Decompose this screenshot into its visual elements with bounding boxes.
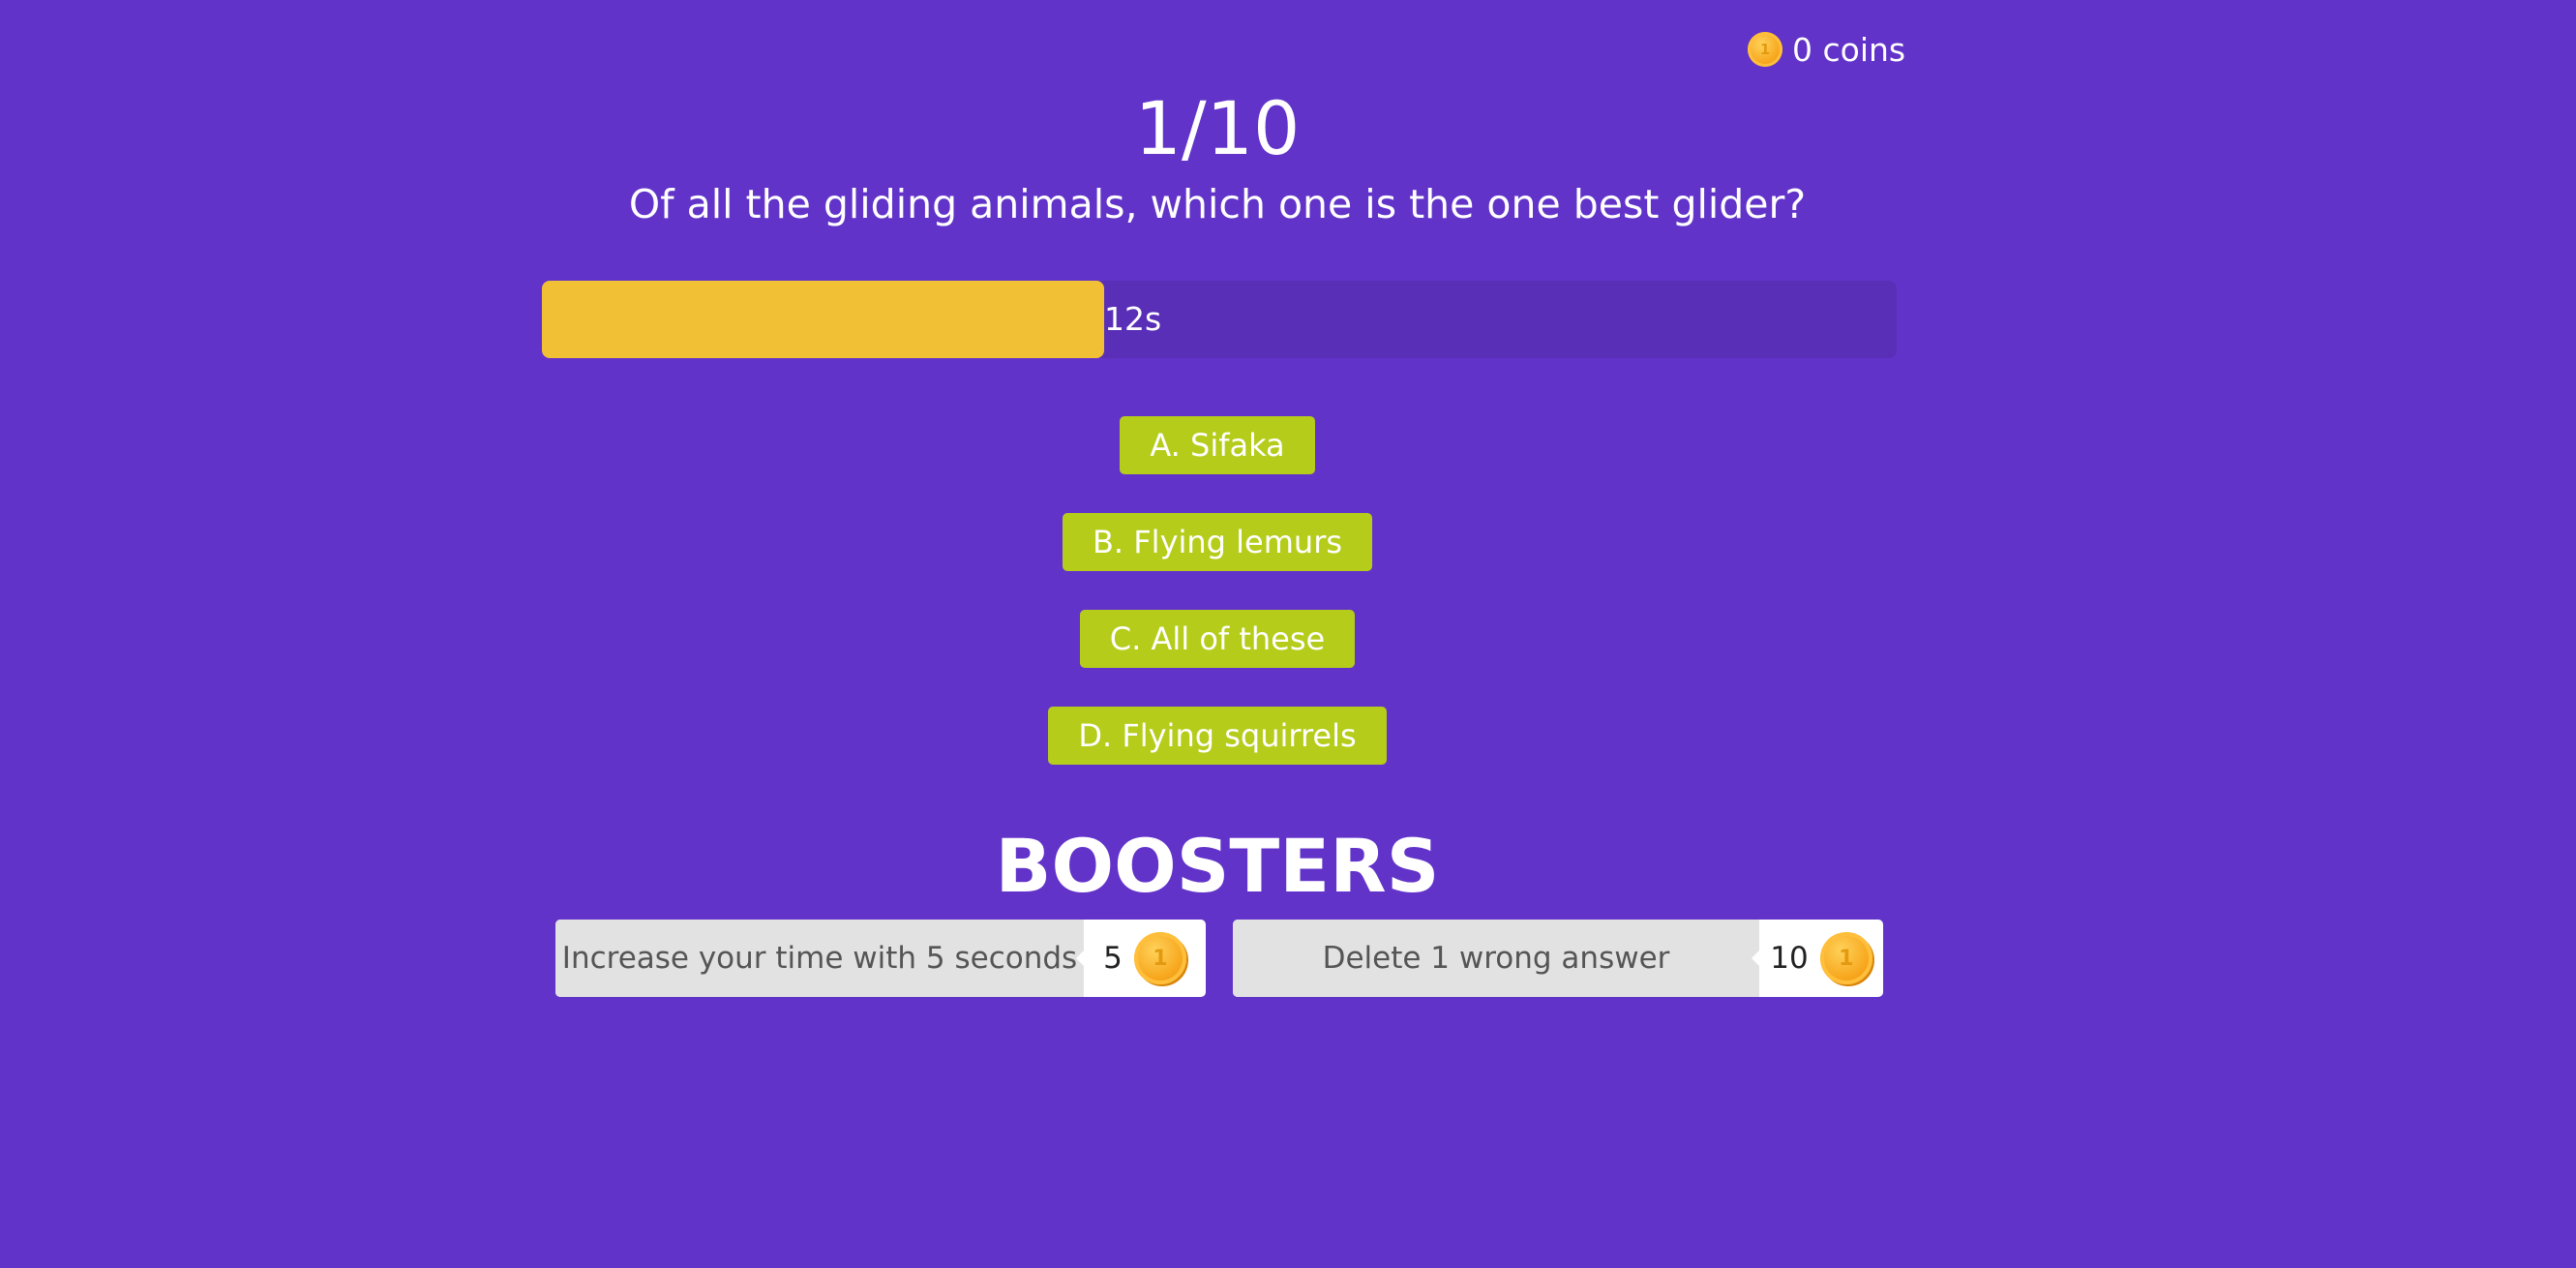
boosters-heading: BOOSTERS	[995, 823, 1440, 909]
booster-label: Delete 1 wrong answer	[1233, 920, 1760, 997]
booster-price-value: 5	[1103, 941, 1123, 976]
answer-list: A. Sifaka B. Flying lemurs C. All of the…	[0, 416, 2435, 765]
question-text: Of all the gliding animals, which one is…	[628, 181, 1807, 227]
booster-price: 5 1	[1084, 920, 1206, 997]
timer-bar-fill	[542, 281, 1104, 358]
coins-display: 1 0 coins	[1748, 29, 1905, 70]
answer-button-b[interactable]: B. Flying lemurs	[1062, 513, 1373, 571]
coins-count: 0 coins	[1792, 30, 1906, 69]
timer-label: 12s	[1104, 300, 1162, 338]
coin-icon: 1	[1819, 932, 1872, 984]
booster-delete-answer-button[interactable]: Delete 1 wrong answer 10 1	[1233, 920, 1883, 997]
coin-icon: 1	[1133, 932, 1186, 984]
booster-add-time-button[interactable]: Increase your time with 5 seconds 5 1	[555, 920, 1206, 997]
answer-button-c[interactable]: C. All of these	[1079, 610, 1356, 668]
question-counter: 1/10	[1134, 85, 1301, 171]
coin-icon: 1	[1748, 32, 1782, 67]
booster-price-value: 10	[1770, 941, 1809, 976]
timer-bar: 12s	[542, 281, 1897, 358]
answer-button-a[interactable]: A. Sifaka	[1120, 416, 1315, 474]
booster-price: 10 1	[1759, 920, 1883, 997]
quiz-page: 1 0 coins 1/10 Of all the gliding animal…	[0, 0, 2576, 1268]
answer-button-d[interactable]: D. Flying squirrels	[1048, 707, 1387, 765]
booster-label: Increase your time with 5 seconds	[555, 920, 1085, 997]
